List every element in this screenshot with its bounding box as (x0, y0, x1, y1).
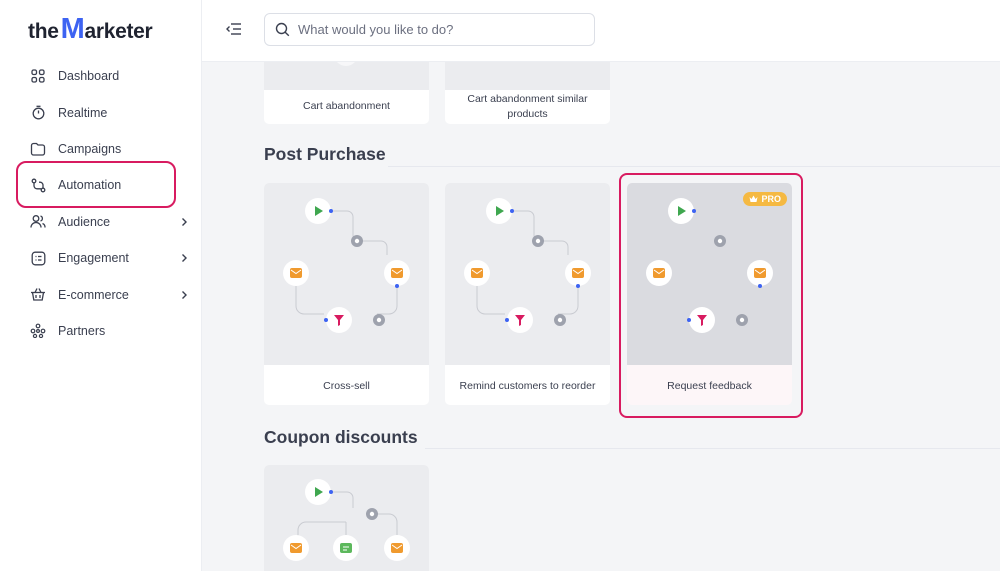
chat-list-icon (30, 250, 46, 266)
basket-icon (30, 287, 46, 303)
sidebar-item-ecommerce[interactable]: E-commerce (0, 276, 202, 312)
folder-icon (30, 141, 46, 157)
workflow-preview-icon (283, 198, 410, 333)
sidebar: the M arketer Dashboard Realtime Campaig… (0, 0, 202, 571)
search-input[interactable] (298, 22, 568, 37)
sidebar-item-dashboard[interactable]: Dashboard (0, 58, 202, 94)
section-divider (425, 448, 1000, 449)
section-title-coupon-discounts: Coupon discounts (264, 427, 418, 447)
chevron-right-icon (178, 289, 190, 301)
workflow-preview-icon (646, 198, 773, 333)
chevron-right-icon (178, 252, 190, 264)
workflow-preview-icon (283, 479, 410, 561)
card-label: Cart abandonment (303, 100, 390, 112)
sidebar-item-audience[interactable]: Audience (0, 204, 202, 240)
card-preview (264, 465, 429, 571)
template-card-request-feedback[interactable]: PRO Request feedback (627, 183, 792, 405)
card-preview: PRO (627, 183, 792, 365)
sidebar-item-label: E-commerce (58, 287, 129, 302)
card-preview (445, 183, 610, 365)
workflow-icon (30, 177, 46, 193)
sidebar-item-label: Realtime (58, 105, 108, 120)
sidebar-item-label: Campaigns (58, 141, 122, 156)
card-label: Remind customers to reorder (459, 380, 596, 392)
section-title-post-purchase: Post Purchase (264, 144, 386, 164)
brand-prefix: the (28, 20, 59, 43)
sidebar-item-realtime[interactable]: Realtime (0, 94, 202, 130)
sidebar-collapse-button[interactable] (225, 20, 243, 38)
search-icon (275, 22, 290, 37)
stopwatch-icon (30, 105, 46, 121)
card-label: Request feedback (667, 380, 752, 392)
sidebar-item-engagement[interactable]: Engagement (0, 240, 202, 276)
template-card-cross-sell[interactable]: Cross-sell (264, 183, 429, 405)
section-divider (388, 166, 1000, 167)
grid-icon (30, 68, 46, 84)
workflow-preview-icon (337, 62, 355, 66)
users-icon (30, 214, 46, 230)
sidebar-item-label: Dashboard (58, 69, 120, 84)
main-content: Cart abandonment Cart abandonment simila… (202, 62, 1000, 571)
card-preview (264, 62, 429, 90)
sidebar-item-automation[interactable]: Automation (0, 167, 202, 203)
template-card-coupon[interactable] (264, 465, 429, 571)
template-card-remind-reorder[interactable]: Remind customers to reorder (445, 183, 610, 405)
brand-initial: M (60, 13, 85, 45)
template-card-cart-abandonment[interactable]: Cart abandonment (264, 62, 429, 124)
sidebar-item-label: Engagement (58, 251, 129, 266)
sidebar-item-label: Automation (58, 178, 122, 193)
card-label: Cross-sell (323, 380, 370, 392)
brand-logo[interactable]: the M arketer (28, 12, 153, 45)
pro-badge: PRO (743, 192, 787, 206)
sidebar-nav: Dashboard Realtime Campaigns Automation … (0, 58, 202, 349)
card-preview (445, 62, 610, 90)
sidebar-item-campaigns[interactable]: Campaigns (0, 131, 202, 167)
pro-badge-label: PRO (761, 194, 781, 204)
search-bar[interactable] (264, 13, 595, 46)
crown-icon (749, 195, 758, 203)
card-preview (264, 183, 429, 365)
card-label: Cart abandonment similar products (467, 93, 588, 120)
sidebar-item-label: Partners (58, 323, 106, 338)
chevron-right-icon (178, 216, 190, 228)
workflow-preview-icon (464, 198, 591, 333)
template-card-cart-abandonment-similar[interactable]: Cart abandonment similar products (445, 62, 610, 124)
brand-suffix: arketer (84, 20, 153, 43)
topbar (202, 0, 1000, 62)
sidebar-item-partners[interactable]: Partners (0, 313, 202, 349)
partners-icon (30, 323, 46, 339)
sidebar-item-label: Audience (58, 214, 111, 229)
